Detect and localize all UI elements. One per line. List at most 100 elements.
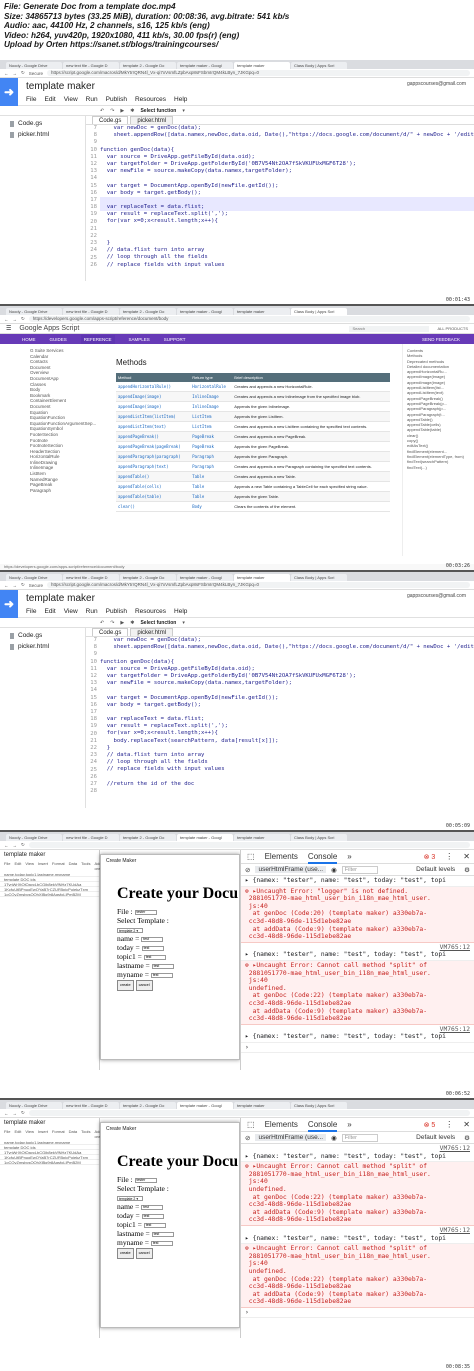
reload-icon[interactable]: ↻ bbox=[21, 316, 25, 322]
browser-tab[interactable]: template maker - Googl bbox=[177, 308, 233, 315]
code-line[interactable]: } bbox=[100, 745, 474, 752]
sheet-menu-item[interactable]: Insert bbox=[38, 861, 48, 871]
return-type-link[interactable]: ListItem bbox=[190, 411, 233, 422]
console-prompt[interactable]: › bbox=[241, 1308, 474, 1319]
code-line[interactable]: var newDoc = genDoc(data); bbox=[100, 637, 474, 644]
create-button[interactable]: create bbox=[117, 1248, 134, 1259]
code-line[interactable]: var newFile = source.makeCopy(data.namex… bbox=[100, 168, 474, 175]
menu-edit[interactable]: Edit bbox=[44, 608, 55, 615]
account-email[interactable]: gappscourses@gmail.com bbox=[407, 81, 466, 87]
eye-icon[interactable]: ◉ bbox=[331, 1134, 337, 1142]
return-type-link[interactable]: HorizontalRule bbox=[190, 382, 233, 392]
reload-icon[interactable]: ↻ bbox=[21, 70, 25, 76]
method-link[interactable]: appendHorizontalRule() bbox=[116, 382, 191, 392]
context-select[interactable]: userHtmlFrame (use... bbox=[255, 866, 327, 873]
tab-elements[interactable]: Elements bbox=[265, 852, 298, 861]
browser-tab[interactable]: Class Body | Apps Scri bbox=[291, 62, 347, 69]
undo-icon[interactable]: ↶ bbox=[100, 108, 104, 114]
browser-tab[interactable]: Class Body | Apps Scri bbox=[291, 1102, 347, 1109]
method-link[interactable]: appendImage(image) bbox=[116, 401, 191, 412]
back-icon[interactable]: ← bbox=[4, 1111, 9, 1116]
url-input[interactable]: https://developers.google.com/apps-scrip… bbox=[28, 316, 470, 322]
code-line[interactable] bbox=[100, 175, 474, 182]
file-item-code-gs[interactable]: Code.gs bbox=[0, 630, 85, 641]
back-icon[interactable]: ← bbox=[4, 583, 9, 588]
close-icon[interactable]: ✕ bbox=[463, 852, 470, 861]
field-input[interactable]: tester bbox=[134, 910, 157, 915]
field-input[interactable]: test bbox=[150, 973, 173, 978]
url-input[interactable] bbox=[28, 1110, 470, 1116]
method-link[interactable]: appendListItem(listItem) bbox=[116, 411, 191, 422]
browser-tab[interactable]: Class Body | Apps Scri bbox=[291, 574, 347, 581]
browser-tab-active[interactable]: template maker bbox=[234, 574, 290, 581]
return-type-link[interactable]: ListItem bbox=[190, 421, 233, 432]
forward-icon[interactable]: → bbox=[13, 317, 18, 322]
code-line[interactable] bbox=[100, 226, 474, 233]
nav-guides[interactable]: GUIDES bbox=[50, 337, 67, 342]
devtools-cursor-icon[interactable]: ⬚ bbox=[247, 1120, 255, 1129]
devtools-cursor-icon[interactable]: ⬚ bbox=[247, 852, 255, 861]
code-lines[interactable]: var newDoc = genDoc(data); sheet.appendR… bbox=[100, 125, 474, 269]
method-link[interactable]: appendParagraph(paragraph) bbox=[116, 451, 191, 462]
browser-tab[interactable]: template maker - Googl bbox=[177, 62, 233, 69]
browser-tab-active[interactable]: template maker - Googl bbox=[177, 834, 233, 841]
back-icon[interactable]: ← bbox=[4, 843, 9, 848]
reload-icon[interactable]: ↻ bbox=[21, 582, 25, 588]
browser-tab-active[interactable]: template maker - Googl bbox=[177, 1102, 233, 1109]
file-item-picker-html[interactable]: picker.html bbox=[0, 129, 85, 140]
editor-tab-code-gs[interactable]: Code.gs bbox=[92, 628, 129, 636]
field-input[interactable]: test bbox=[150, 1241, 173, 1246]
code-lines[interactable]: var newDoc = genDoc(data); sheet.appendR… bbox=[100, 637, 474, 795]
code-line[interactable]: // replace fields with input values bbox=[100, 766, 474, 773]
code-line[interactable]: var replaceText = data.flist; bbox=[100, 204, 474, 212]
close-icon[interactable]: ✕ bbox=[463, 1120, 470, 1129]
url-input[interactable]: https://script.google.com/macros/d/MkYtr… bbox=[47, 70, 470, 76]
create-button[interactable]: create bbox=[117, 980, 134, 991]
nav-home[interactable]: HOME bbox=[22, 337, 36, 342]
code-line[interactable]: var result = replaceText.split(','); bbox=[100, 723, 474, 730]
project-title[interactable]: template maker bbox=[26, 593, 187, 604]
browser-tab[interactable]: Noody - Google Drive bbox=[6, 834, 62, 841]
levels-dropdown[interactable]: Default levels bbox=[416, 866, 455, 873]
gear-icon[interactable]: ⚙ bbox=[464, 866, 470, 874]
menu-help[interactable]: Help bbox=[174, 608, 187, 615]
browser-tab-active[interactable]: template maker bbox=[234, 62, 290, 69]
menu-run[interactable]: Run bbox=[86, 96, 98, 103]
method-link[interactable]: clear() bbox=[116, 501, 191, 512]
code-line[interactable]: var targetFolder = DriveApp.getFolderByI… bbox=[100, 673, 474, 680]
field-input[interactable]: tester bbox=[134, 1178, 157, 1183]
field-input[interactable]: test bbox=[141, 1214, 164, 1219]
menu-resources[interactable]: Resources bbox=[135, 96, 166, 103]
code-line[interactable]: // loop through all the fields bbox=[100, 759, 474, 766]
forward-icon[interactable]: → bbox=[13, 843, 18, 848]
gear-icon[interactable]: ⚙ bbox=[464, 1134, 470, 1142]
undo-icon[interactable]: ↶ bbox=[100, 620, 104, 626]
clear-console-icon[interactable]: ⊘ bbox=[245, 866, 250, 874]
return-type-link[interactable]: PageBreak bbox=[190, 431, 233, 442]
sheet-menu-item[interactable]: Tools bbox=[81, 1129, 90, 1139]
menu-publish[interactable]: Publish bbox=[106, 96, 127, 103]
code-line[interactable]: for(var x=0;x<result.length;x++){ bbox=[100, 730, 474, 737]
field-input[interactable]: test bbox=[143, 1223, 166, 1228]
console-source-link[interactable]: VM765:12 bbox=[440, 1145, 470, 1153]
method-link[interactable]: appendTable() bbox=[116, 471, 191, 482]
levels-dropdown[interactable]: Default levels bbox=[416, 1134, 455, 1141]
method-link[interactable]: appendPageBreak(pageBreak) bbox=[116, 441, 191, 452]
forward-icon[interactable]: → bbox=[13, 1111, 18, 1116]
sheet-menu-item[interactable]: Data bbox=[69, 861, 77, 871]
code-line[interactable]: var source = DriveApp.getFileById(data.o… bbox=[100, 666, 474, 673]
return-type-link[interactable]: Paragraph bbox=[190, 461, 233, 472]
sheet-menu-item[interactable]: File bbox=[4, 1129, 10, 1139]
method-link[interactable]: appendListItem(text) bbox=[116, 421, 191, 432]
field-input[interactable]: test bbox=[141, 1205, 164, 1210]
code-line[interactable] bbox=[100, 139, 474, 146]
return-type-link[interactable]: Table bbox=[190, 481, 233, 492]
method-link[interactable]: appendTable(table) bbox=[116, 491, 191, 502]
template-select[interactable]: template 2 ▾ bbox=[117, 1196, 143, 1201]
code-line[interactable]: var body = target.getBody(); bbox=[100, 702, 474, 709]
menu-file[interactable]: File bbox=[26, 608, 36, 615]
all-products-link[interactable]: ALL PRODUCTS bbox=[437, 326, 468, 331]
return-type-link[interactable]: InlineImage bbox=[190, 391, 233, 402]
select-function-dropdown[interactable]: Select function bbox=[140, 108, 176, 114]
return-type-link[interactable]: InlineImage bbox=[190, 401, 233, 412]
